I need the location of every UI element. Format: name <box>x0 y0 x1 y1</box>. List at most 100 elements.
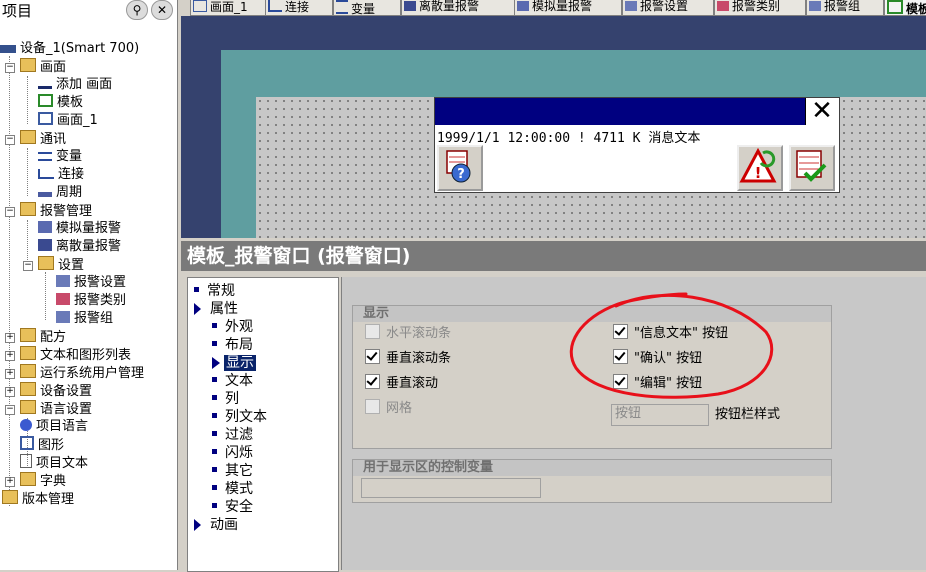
nav-label: 布局 <box>225 337 253 353</box>
horizontal-scrollbar-checkbox[interactable]: 水平滚动条 <box>365 324 451 342</box>
collapse-icon[interactable]: − <box>5 405 15 415</box>
collapse-icon[interactable]: − <box>5 63 15 73</box>
tree-item-settings[interactable]: 设置 <box>38 256 84 274</box>
tab-alarm-groups[interactable]: 报警组 <box>806 0 884 16</box>
tree-item-cycles[interactable]: 周期 <box>38 184 82 202</box>
tree-item-template[interactable]: 模板 <box>38 94 83 112</box>
vertical-scrollbar-checkbox[interactable]: 垂直滚动条 <box>365 349 451 367</box>
tree-item-recipes[interactable]: 配方 <box>20 328 66 346</box>
nav-label: 模式 <box>225 481 253 497</box>
tree-item-dictionaries[interactable]: 字典 <box>20 472 66 490</box>
tree-item-label: 连接 <box>58 167 85 182</box>
tab-alarm-classes[interactable]: 报警类别 <box>714 0 806 16</box>
nav-security[interactable]: 安全 <box>212 498 253 516</box>
button-bar-style-field[interactable]: 按钮 <box>611 404 709 426</box>
inspector-title: 模板_报警窗口 (报警窗口) <box>181 241 926 271</box>
tree-item-screens[interactable]: 画面 <box>20 58 66 76</box>
collapse-icon[interactable]: − <box>5 207 15 217</box>
tree-item-version-management[interactable]: 版本管理 <box>2 490 74 508</box>
tree-item-tags[interactable]: 变量 <box>38 148 82 166</box>
tree-item-alarm-management[interactable]: 报警管理 <box>20 202 92 220</box>
selected-arrow-icon <box>212 357 220 369</box>
tree-item-alarm-classes[interactable]: 报警类别 <box>56 292 126 310</box>
tab-tags[interactable]: 变量 <box>333 0 401 16</box>
checkbox-box <box>613 374 628 389</box>
expand-icon[interactable]: + <box>5 477 15 487</box>
acknowledge-button-checkbox[interactable]: "确认" 按钮 <box>613 349 702 367</box>
check-icon <box>614 349 626 361</box>
tab-template[interactable]: 模板 <box>884 0 926 16</box>
tab-screen-1[interactable]: 画面_1 <box>190 0 266 16</box>
info-text-button[interactable]: ? <box>437 145 483 191</box>
tree-item-analog-alarms[interactable]: 模拟量报警 <box>38 220 121 238</box>
tree-item-runtime-user-admin[interactable]: 运行系统用户管理 <box>20 364 144 382</box>
expand-icon[interactable]: + <box>5 387 15 397</box>
tree-item-discrete-alarms[interactable]: 离散量报警 <box>38 238 121 256</box>
collapse-icon[interactable]: − <box>23 261 33 271</box>
collapse-icon[interactable]: − <box>5 135 15 145</box>
nav-display[interactable]: 显示 <box>212 354 256 372</box>
nav-columns[interactable]: 列 <box>212 390 239 408</box>
tree-item-connections[interactable]: 连接 <box>38 166 84 184</box>
tree-item-screen-1[interactable]: 画面_1 <box>38 112 98 130</box>
alarm-window-widget[interactable]: ✕ 1999/1/1 12:00:00 ! 4711 K 消息文本 ? ! <box>434 97 840 193</box>
tree-item-project-languages[interactable]: 项目语言 <box>20 418 88 436</box>
nav-mode[interactable]: 模式 <box>212 480 253 498</box>
bullet-icon <box>212 449 217 454</box>
edit-button[interactable] <box>789 145 835 191</box>
acknowledge-button[interactable]: ! <box>737 145 783 191</box>
nav-animation[interactable]: 动画 <box>194 516 238 534</box>
tree-item-language-settings[interactable]: 语言设置 <box>20 400 92 418</box>
expand-icon[interactable]: + <box>5 351 15 361</box>
screen-editor-canvas[interactable]: ✕ 1999/1/1 12:00:00 ! 4711 K 消息文本 ? ! <box>181 16 926 238</box>
tree-item-label: 设备_1(Smart 700) <box>20 41 140 56</box>
tree-item-add-screen[interactable]: 添加 画面 <box>38 76 112 94</box>
nav-text[interactable]: 文本 <box>212 372 253 390</box>
tree-item-device-settings[interactable]: 设备设置 <box>20 382 92 400</box>
tree-item-alarm-settings[interactable]: 报警设置 <box>56 274 126 292</box>
nav-column-text[interactable]: 列文本 <box>212 408 267 426</box>
tree-item-communication[interactable]: 通讯 <box>20 130 66 148</box>
tree-item-label: 配方 <box>40 330 67 345</box>
nav-general[interactable]: 常规 <box>194 282 235 300</box>
bullet-icon <box>194 287 199 292</box>
tree-item-label: 报警管理 <box>40 204 93 219</box>
check-icon <box>614 324 626 336</box>
nav-filter[interactable]: 过滤 <box>212 426 253 444</box>
grid-checkbox[interactable]: 网格 <box>365 399 412 417</box>
tree-item-text-graphic-lists[interactable]: 文本和图形列表 <box>20 346 131 364</box>
bullet-icon <box>212 485 217 490</box>
alarm-window-close-icon[interactable]: ✕ <box>805 98 838 125</box>
tree-item-label: 运行系统用户管理 <box>40 366 145 381</box>
tree-item-project-texts[interactable]: 项目文本 <box>20 454 88 472</box>
bullet-icon <box>212 377 217 382</box>
nav-label: 文本 <box>225 373 253 389</box>
tree-item-device[interactable]: 设备_1(Smart 700) <box>0 40 139 58</box>
nav-misc[interactable]: 其它 <box>212 462 253 480</box>
tree-item-label: 报警设置 <box>74 275 127 290</box>
tab-discrete-alarms[interactable]: 离散量报警 <box>401 0 515 16</box>
tree-item-graphics[interactable]: 图形 <box>20 436 64 454</box>
info-text-button-checkbox[interactable]: "信息文本" 按钮 <box>613 324 728 342</box>
expand-icon[interactable]: + <box>5 333 15 343</box>
pin-icon[interactable]: ⚲ <box>126 0 148 20</box>
tab-label: 报警组 <box>824 0 861 13</box>
folder-icon <box>20 400 36 414</box>
vertical-scroll-checkbox[interactable]: 垂直滚动 <box>365 374 438 392</box>
edit-button-checkbox[interactable]: "编辑" 按钮 <box>613 374 702 392</box>
nav-properties[interactable]: 属性 <box>194 300 238 318</box>
nav-layout[interactable]: 布局 <box>212 336 253 354</box>
control-variable-field[interactable] <box>361 478 541 498</box>
nav-flashing[interactable]: 闪烁 <box>212 444 253 462</box>
tree-item-alarm-groups[interactable]: 报警组 <box>56 310 113 328</box>
tree-item-label: 报警类别 <box>74 293 127 308</box>
nav-appearance[interactable]: 外观 <box>212 318 253 336</box>
screen-icon <box>193 0 207 12</box>
tab-analog-alarms[interactable]: 模拟量报警 <box>514 0 622 16</box>
expand-icon[interactable]: + <box>5 369 15 379</box>
tab-alarm-settings[interactable]: 报警设置 <box>622 0 714 16</box>
close-icon[interactable]: ✕ <box>151 0 173 20</box>
tab-connections[interactable]: 连接 <box>265 0 333 16</box>
alarm-button-row: ? ! <box>435 143 839 192</box>
cycle-icon <box>38 192 52 197</box>
